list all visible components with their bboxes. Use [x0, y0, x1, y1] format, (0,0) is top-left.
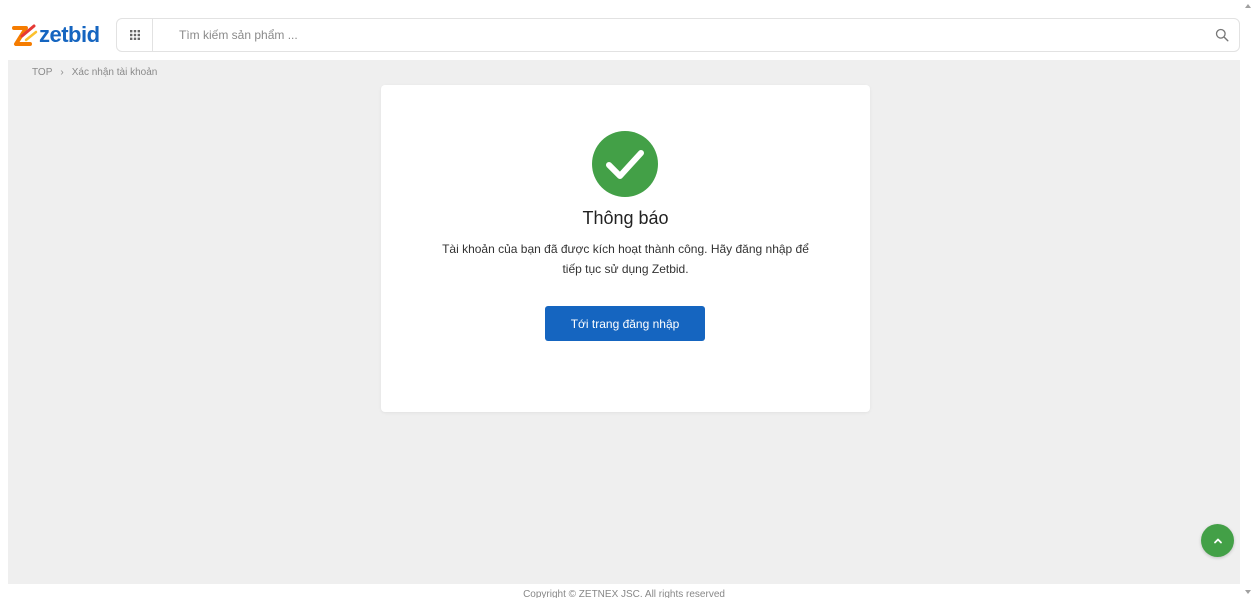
grid-icon — [129, 30, 140, 40]
search-button[interactable] — [1205, 19, 1239, 51]
notice-card: Thông báo Tài khoản của bạn đã được kích… — [381, 85, 870, 412]
scrollbar-up-arrow-icon[interactable] — [1244, 2, 1252, 10]
check-circle-icon — [592, 131, 658, 197]
copyright-text: Copyright © ZETNEX JSC. All rights reser… — [523, 589, 725, 598]
page: zetbid Tìm kiếm sản phẩm ... TOP › Xác n… — [8, 10, 1240, 598]
logo-mark-icon — [12, 24, 38, 46]
logo[interactable]: zetbid — [12, 21, 100, 49]
header: zetbid — [8, 10, 1240, 60]
search-input[interactable] — [153, 20, 1205, 50]
breadcrumb-current: Xác nhận tài khoản — [71, 67, 158, 78]
logo-text: zetbid — [39, 22, 100, 47]
search-icon — [1215, 28, 1229, 42]
breadcrumb: TOP › Xác nhận tài khoản — [32, 67, 157, 78]
notice-title: Thông báo — [582, 208, 669, 228]
menu-grid-button[interactable] — [117, 19, 153, 51]
scroll-to-top-button[interactable] — [1201, 524, 1234, 557]
notice-message: Tài khoản của bạn đã được kích hoạt thàn… — [442, 242, 809, 276]
go-to-login-button[interactable]: Tới trang đăng nhập — [545, 306, 705, 341]
breadcrumb-home-link[interactable]: TOP — [32, 67, 52, 78]
footer: Copyright © ZETNEX JSC. All rights reser… — [8, 584, 1240, 598]
search-bar — [116, 18, 1240, 52]
chevron-up-icon — [1213, 538, 1222, 543]
chevron-right-icon: › — [60, 67, 64, 78]
scrollbar-down-arrow-icon[interactable] — [1244, 588, 1252, 596]
